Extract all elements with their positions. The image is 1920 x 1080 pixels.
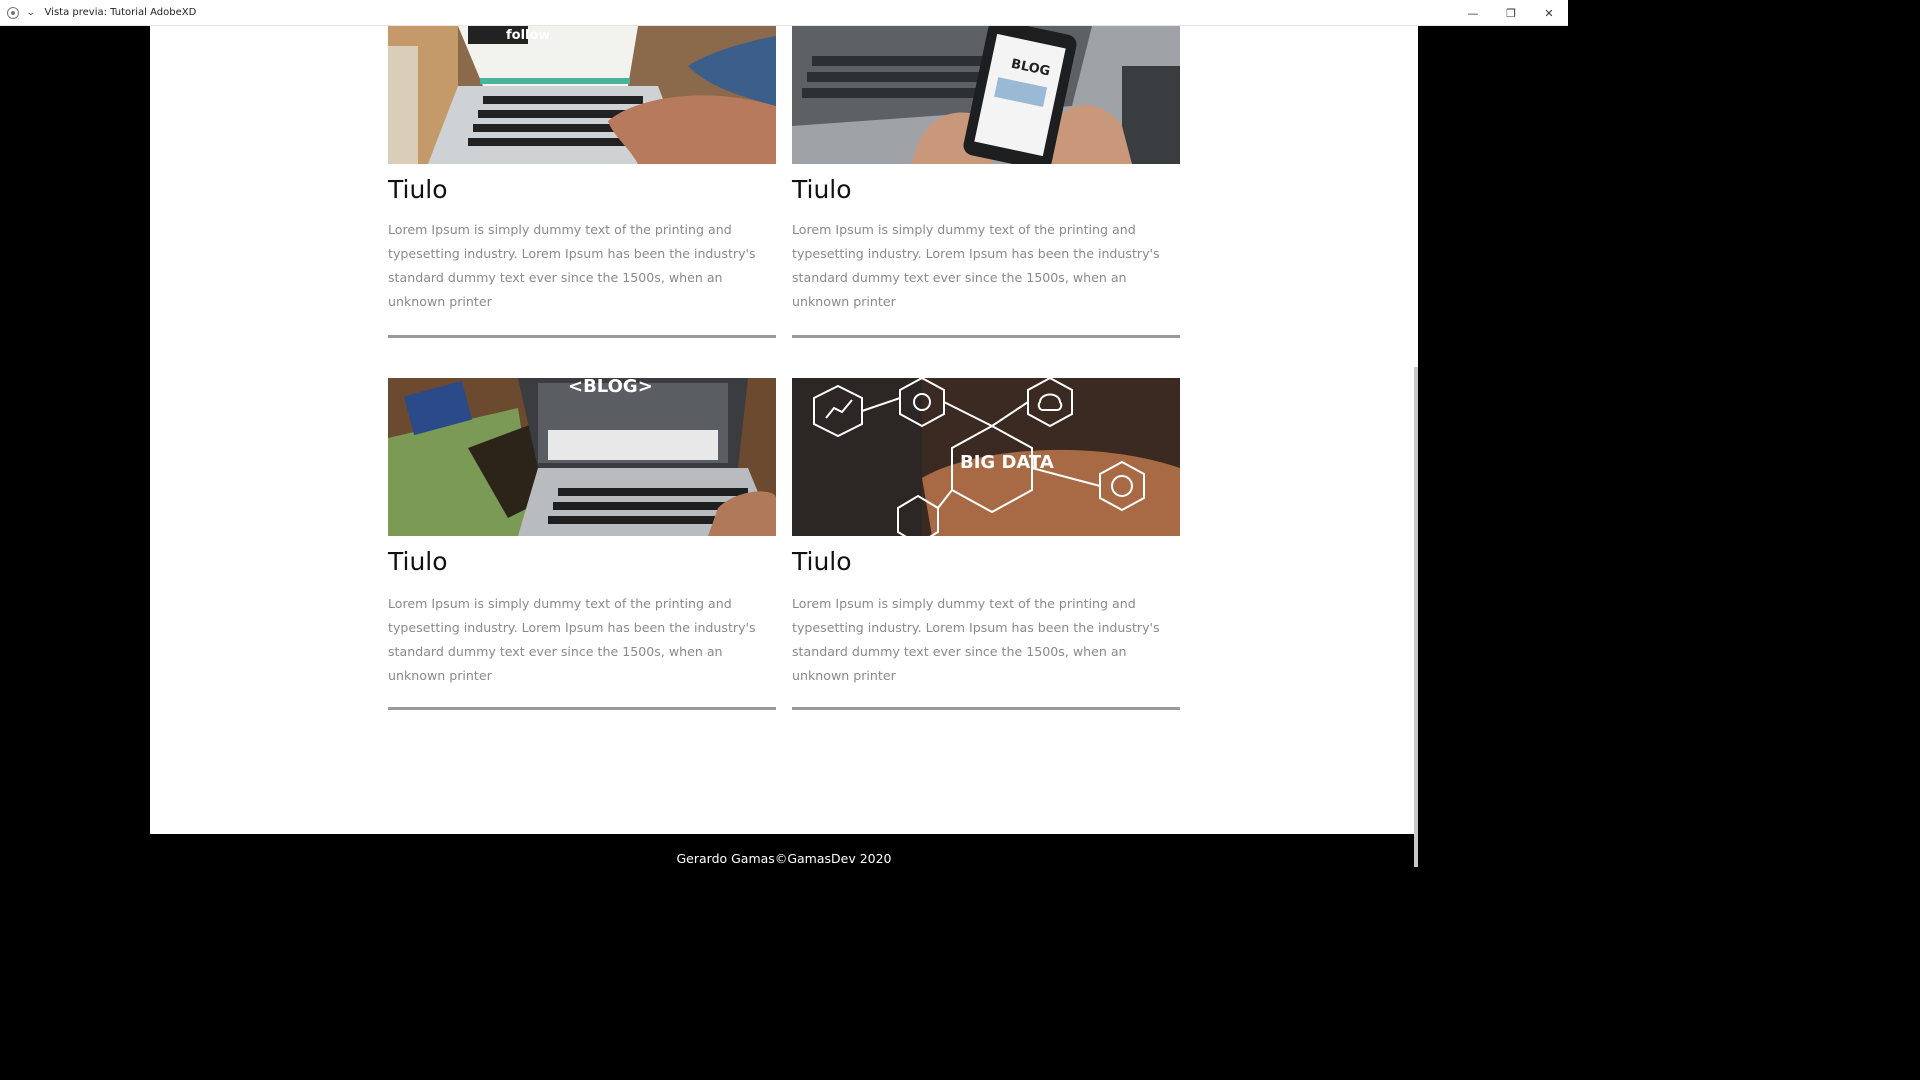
preview-page: follow Tiulo Lorem Ipsum is simply dummy… (150, 26, 1418, 882)
footer-text: Gerardo Gamas©GamasDev 2020 (676, 850, 892, 866)
card-description: Lorem Ipsum is simply dummy text of the … (792, 596, 1160, 683)
card-title: Tiulo (388, 547, 448, 576)
restore-button[interactable]: ❐ (1492, 0, 1530, 26)
page-footer: Gerardo Gamas©GamasDev 2020 (150, 834, 1418, 882)
card-title: Tiulo (792, 175, 852, 204)
laptop-blog-desk-image: <BLOG> (388, 378, 776, 536)
image-text: BIG DATA (960, 452, 1054, 473)
card-description: Lorem Ipsum is simply dummy text of the … (792, 222, 1160, 309)
card-divider (792, 707, 1180, 710)
laptop-typing-image: follow (388, 26, 776, 164)
card-title: Tiulo (388, 175, 448, 204)
image-text: follow (506, 28, 550, 43)
card-divider (792, 335, 1180, 338)
card-description: Lorem Ipsum is simply dummy text of the … (388, 596, 756, 683)
big-data-image: BIG DATA (792, 378, 1180, 536)
phone-blog-image: BLOG (792, 26, 1180, 164)
app-icon (7, 6, 19, 19)
card-description: Lorem Ipsum is simply dummy text of the … (388, 222, 756, 309)
scrollbar[interactable] (1414, 367, 1418, 867)
blog-card: <BLOG> Tiulo Lorem Ipsum is simply dummy… (388, 378, 776, 710)
close-button[interactable]: ✕ (1530, 0, 1568, 26)
minimize-button[interactable]: — (1454, 0, 1492, 26)
image-text: <BLOG> (568, 378, 653, 397)
chevron-down-icon[interactable]: ⌄ (26, 8, 36, 18)
card-divider (388, 707, 776, 710)
blog-card: BIG DATA Tiulo Lorem Ipsum is simply dum… (792, 378, 1180, 710)
blog-card: BLOG Tiulo Lorem Ipsum is simply dummy t… (792, 26, 1180, 338)
blog-card: follow Tiulo Lorem Ipsum is simply dummy… (388, 26, 776, 338)
window-titlebar: ⌄ Vista previa: Tutorial AdobeXD — ❐ ✕ (0, 0, 1568, 26)
card-title: Tiulo (792, 547, 852, 576)
card-divider (388, 335, 776, 338)
window-title: Vista previa: Tutorial AdobeXD (44, 7, 197, 18)
